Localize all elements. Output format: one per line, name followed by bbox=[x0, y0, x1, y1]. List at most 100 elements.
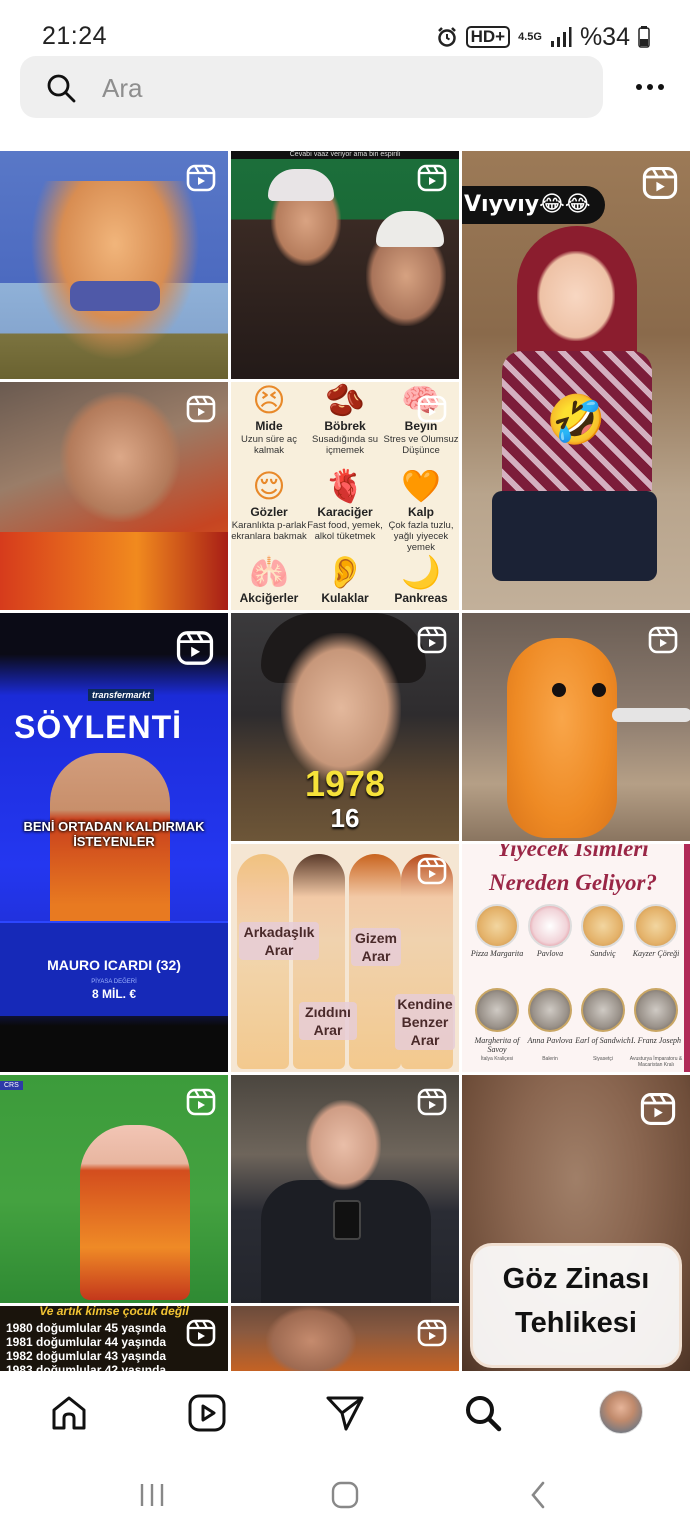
reel-icon bbox=[417, 1088, 447, 1116]
reel-icon bbox=[640, 1093, 676, 1125]
player-face-image bbox=[60, 392, 180, 522]
lungs-emoji: 🫁 bbox=[249, 553, 289, 591]
back-icon bbox=[531, 1481, 545, 1509]
grid-tile-tv-scene[interactable]: Cevabı vaaz veriyor ama biri espirili bbox=[231, 151, 459, 379]
reel-icon bbox=[642, 167, 678, 199]
organ-cell: 🫀 Karaciğer Fast food, yemek, alkol tüke… bbox=[307, 468, 383, 542]
phone-image bbox=[333, 1200, 361, 1240]
portrait-image bbox=[528, 988, 572, 1032]
post-title: Yiyecek İsimleri Nereden Geliyor? bbox=[462, 844, 684, 900]
stomach-emoji: 😣 bbox=[252, 382, 286, 419]
person-desc: Balerin bbox=[542, 1056, 558, 1062]
person-name: Anna Pavlova bbox=[527, 1036, 573, 1045]
organ-name: Karaciğer bbox=[317, 505, 373, 519]
hat-image bbox=[376, 211, 444, 247]
avatar[interactable] bbox=[599, 1390, 643, 1434]
caption-box bbox=[470, 1243, 682, 1368]
portrait-image bbox=[581, 988, 625, 1032]
player-face-image bbox=[266, 1306, 356, 1371]
nav-direct[interactable] bbox=[320, 1388, 370, 1438]
trait-label: Zıddını Arar bbox=[299, 1002, 357, 1040]
grid-tile-girls[interactable]: Arkadaşlık Arar Gizem Arar Zıddını Arar … bbox=[231, 844, 459, 1072]
tile-caption: Cevabı vaaz veriyor ama biri espirili bbox=[231, 151, 459, 159]
search-icon bbox=[47, 74, 76, 103]
alarm-icon bbox=[437, 27, 456, 47]
birth-line: 1983 doğumlular 42 yaşında bbox=[6, 1363, 167, 1371]
fighter-image bbox=[30, 181, 200, 361]
baby-face-image bbox=[537, 251, 615, 341]
more-dot bbox=[636, 84, 642, 90]
grid-tile-1978[interactable]: 1978 16 bbox=[231, 613, 459, 841]
home-button-icon bbox=[331, 1481, 359, 1509]
player-image bbox=[80, 1125, 190, 1300]
organ-desc: Karanlıkta p-arlak ekranlara bakmak bbox=[231, 520, 307, 542]
food-name: Pavlova bbox=[536, 949, 564, 958]
organ-name: Böbrek bbox=[324, 419, 366, 433]
grid-tile-orange-baby[interactable] bbox=[462, 613, 690, 841]
reel-icon bbox=[648, 626, 678, 654]
grid-tile-icardi-celebration[interactable] bbox=[0, 382, 228, 610]
organ-desc: Susadığında su içmemek bbox=[311, 434, 379, 456]
reel-icon bbox=[186, 395, 216, 423]
organ-name: Kalp bbox=[407, 505, 434, 519]
spoon-image bbox=[612, 708, 690, 722]
back-button[interactable] bbox=[518, 1479, 558, 1511]
battery-icon bbox=[638, 26, 650, 48]
grid-tile-birth-years[interactable]: Ve artık kimse çocuk değil 1980 doğumlul… bbox=[0, 1306, 228, 1371]
trait-label: Kendine Benzer Arar bbox=[395, 994, 455, 1050]
post-title-line: Yiyecek İsimleri bbox=[497, 844, 649, 861]
organ-cell: 🧡 Kalp Çok fazla tuzlu, yağlı yiyecek ye… bbox=[383, 468, 459, 553]
trait-label: Gizem Arar bbox=[351, 928, 401, 966]
grid-tile-sumo[interactable] bbox=[0, 151, 228, 379]
home-button[interactable] bbox=[325, 1479, 365, 1511]
grid-tile-pitch[interactable]: CRS bbox=[0, 1075, 228, 1303]
organ-desc: Fast food, yemek, alkol tüketmek bbox=[307, 520, 383, 542]
grid-tile-goz-zinasi[interactable]: Göz Zinası Tehlikesi bbox=[462, 1075, 690, 1371]
reel-icon bbox=[176, 631, 214, 665]
portrait-image bbox=[475, 988, 519, 1032]
nav-home[interactable] bbox=[44, 1388, 94, 1438]
person-name: Earl of Sandwich bbox=[575, 1036, 631, 1045]
more-dot bbox=[647, 84, 653, 90]
search-bar[interactable] bbox=[20, 56, 603, 118]
channel-badge: CRS bbox=[0, 1081, 23, 1090]
rumor-title: SÖYLENTİ bbox=[14, 709, 183, 745]
grid-tile-baby[interactable]: Vıyvıy😂😂 🤣 bbox=[462, 151, 690, 610]
send-icon bbox=[326, 1396, 364, 1431]
skirt-image bbox=[492, 491, 657, 581]
signal-icon bbox=[550, 27, 572, 47]
post-title-line: Nereden Geliyor? bbox=[489, 870, 657, 895]
food-name: Kayzer Çöreği bbox=[632, 949, 680, 958]
search-input[interactable] bbox=[102, 70, 582, 106]
reel-icon bbox=[186, 1088, 216, 1116]
nav-reels[interactable] bbox=[182, 1388, 232, 1438]
person-name: I. Franz Joseph bbox=[631, 1036, 681, 1045]
market-value-label: PİYASA DEĞERİ bbox=[91, 979, 137, 985]
organ-name: Mide bbox=[255, 419, 283, 433]
person-desc: Siyasetçi bbox=[592, 1056, 613, 1062]
reel-icon bbox=[186, 164, 216, 192]
status-icons: HD+ 4.5G %34 bbox=[436, 22, 650, 52]
recent-apps-button[interactable] bbox=[132, 1479, 172, 1511]
person-face-image bbox=[281, 633, 401, 783]
grid-tile-food-names[interactable]: Yiyecek İsimleri Nereden Geliyor? Pizza … bbox=[462, 844, 690, 1072]
status-bar: 21:24 HD+ 4.5G %34 bbox=[0, 0, 690, 56]
organ-cell: 😣 Mide Uzun süre aç kalmak bbox=[231, 382, 307, 456]
figure-eye bbox=[552, 683, 566, 697]
person-name: Margherita of Savoy bbox=[474, 1036, 520, 1054]
organ-cell: 😌 Gözler Karanlıkta p-arlak ekranlara ba… bbox=[231, 468, 307, 542]
organ-cell: 🫘 Böbrek Susadığında su içmemek bbox=[307, 382, 383, 456]
eyes-emoji: 😌 bbox=[252, 467, 286, 505]
explore-grid: Cevabı vaaz veriyor ama biri espirili Vı… bbox=[0, 151, 690, 1371]
more-options-button[interactable] bbox=[628, 70, 672, 104]
jersey-image bbox=[0, 532, 228, 610]
organ-name: Gözler bbox=[250, 505, 288, 519]
grid-tile-man-phone[interactable] bbox=[231, 1075, 459, 1303]
nav-search[interactable] bbox=[458, 1388, 508, 1438]
grid-tile-football-2[interactable] bbox=[231, 1306, 459, 1371]
search-icon bbox=[466, 1396, 502, 1432]
grid-tile-soylenti[interactable]: transfermarkt SÖYLENTİ BENİ ORTADAN KALD… bbox=[0, 613, 228, 1072]
rumor-quote: BENİ ORTADAN KALDIRMAK İSTEYENLER bbox=[23, 819, 205, 849]
figure-eye bbox=[592, 683, 606, 697]
grid-tile-organs[interactable]: 😣 Mide Uzun süre aç kalmak 🫘 Böbrek Susa… bbox=[231, 382, 459, 610]
